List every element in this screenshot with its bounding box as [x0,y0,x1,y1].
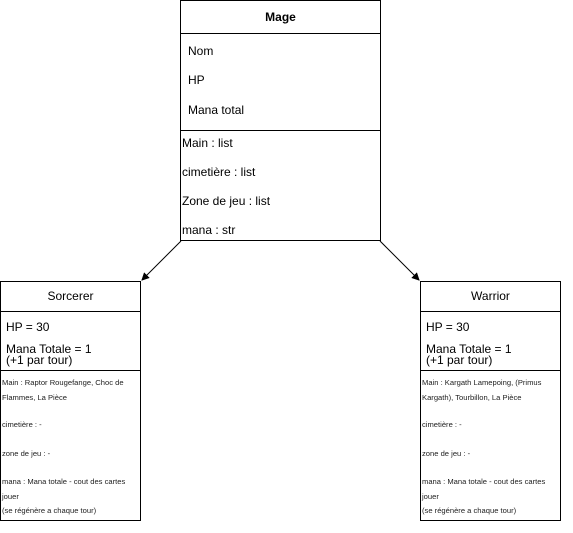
mage-method-zone-de-jeu: Zone de jeu : list [182,194,271,208]
sorcerer-mana-regen: (se régénère a chaque tour) [2,506,97,515]
arrow-mage-to-warrior [379,240,420,281]
warrior-separator [421,370,560,371]
warrior-mana: mana : Mana totale - cout des cartes jou… [422,477,546,501]
sorcerer-hp: HP = 30 [6,320,50,334]
class-box-warrior[interactable]: Warrior HP = 30 Mana Totale = 1 (+1 par … [420,281,561,521]
sorcerer-separator [1,370,140,371]
mage-attribute-hp: HP [188,73,205,87]
warrior-cimetiere: cimetière : - [422,420,462,429]
warrior-hp: HP = 30 [426,320,470,334]
mage-method-cimetiere: cimetière : list [182,165,256,179]
class-title-mage: Mage [181,1,380,34]
warrior-zone-de-jeu: zone de jeu : - [422,449,471,458]
arrow-mage-to-sorcerer [141,240,182,281]
sorcerer-cimetiere: cimetière : - [2,420,42,429]
mage-separator [181,130,380,131]
class-title-sorcerer: Sorcerer [1,282,140,312]
class-title-warrior: Warrior [421,282,560,312]
warrior-mana-note: (+1 par tour) [426,353,493,367]
mage-method-mana: mana : str [182,223,236,237]
sorcerer-main: Main : Raptor Rougefange, Choc de Flamme… [2,378,124,402]
sorcerer-zone-de-jeu: zone de jeu : - [2,449,51,458]
class-box-mage[interactable]: Mage Nom HP Mana total Main : list cimet… [180,0,381,241]
mage-attribute-mana-total: Mana total [188,103,245,117]
sorcerer-mana-note: (+1 par tour) [6,353,73,367]
warrior-mana-regen: (se régénère a chaque tour) [422,506,517,515]
class-box-sorcerer[interactable]: Sorcerer HP = 30 Mana Totale = 1 (+1 par… [0,281,141,521]
sorcerer-mana: mana : Mana totale - cout des cartes jou… [2,477,126,501]
mage-attribute-nom: Nom [188,44,214,58]
warrior-main: Main : Kargath Lamepoing, (Primus Kargat… [422,378,542,402]
mage-method-main: Main : list [182,136,233,150]
